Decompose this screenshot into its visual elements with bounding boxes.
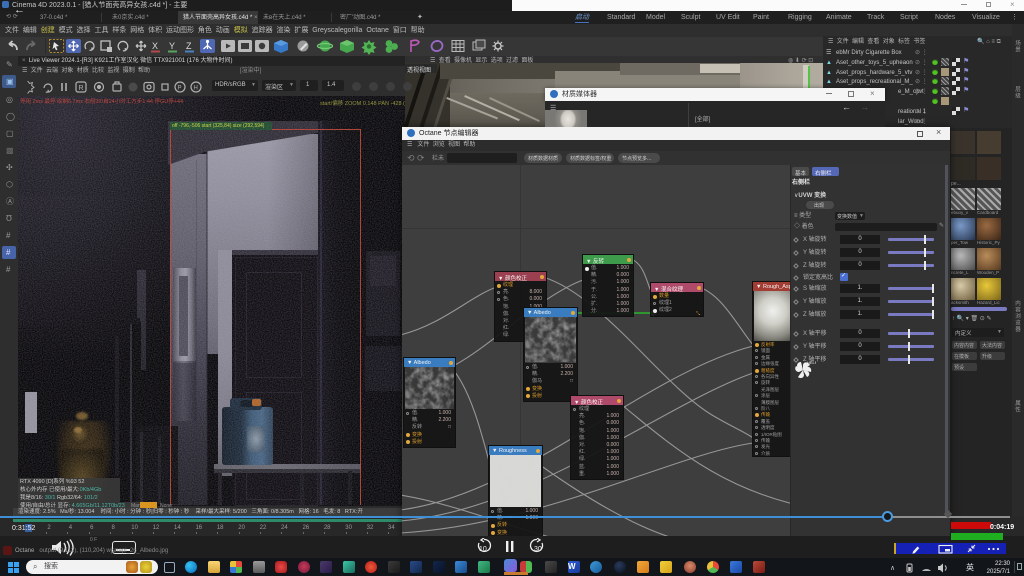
svg-text:10: 10 bbox=[479, 546, 487, 553]
svg-text:R: R bbox=[79, 85, 84, 92]
svg-text:30: 30 bbox=[534, 546, 542, 553]
svg-text:HELP: HELP bbox=[807, 360, 816, 365]
svg-text:Y: Y bbox=[169, 41, 175, 51]
svg-text:X: X bbox=[152, 41, 158, 51]
svg-text:Z: Z bbox=[186, 41, 192, 51]
svg-text:H: H bbox=[194, 86, 198, 92]
svg-text:P: P bbox=[178, 86, 182, 92]
